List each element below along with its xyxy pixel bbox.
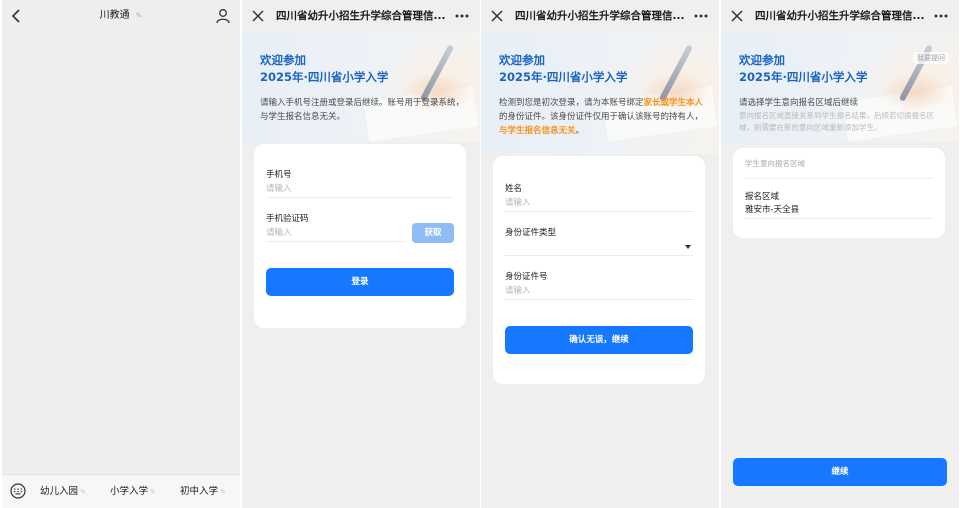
desc-highlight: 与学生报名信息无关 [499, 126, 576, 136]
top-bar: 川教通 ✎ [2, 0, 240, 32]
hero-title-line1: 欢迎参加 [499, 53, 545, 67]
hero-title: 欢迎参加 2025年·四川省小学入学 [739, 52, 867, 86]
chevron-down-icon [685, 245, 691, 249]
user-icon[interactable] [216, 8, 230, 24]
desc-note: 意向报名区域直接关系到学生报名结果，后续若切换报名区域，则需要在新的意向区域重新… [739, 111, 934, 132]
top-bar: 四川省幼升小招生升学综合管理信... [721, 0, 959, 32]
top-bar: 四川省幼升小招生升学综合管理信... [242, 0, 480, 32]
hero-description: 请选择学生意向报名区域后继续 意向报名区域直接关系到学生报名结果，后续若切换报名… [739, 96, 947, 134]
login-button[interactable]: 登录 [266, 268, 454, 296]
page-title: 四川省幼升小招生升学综合管理信... [755, 10, 925, 22]
hero-title-line1: 欢迎参加 [260, 53, 306, 67]
confirm-continue-button[interactable]: 确认无误，继续 [505, 326, 693, 354]
edit-pen-icon: ✎ [80, 488, 86, 496]
edit-pen-icon: ✎ [150, 488, 156, 496]
hero-title-line2: 2025年·四川省小学入学 [260, 70, 389, 84]
page-title: 四川省幼升小招生升学综合管理信... [276, 10, 446, 22]
tab-label: 初中入学 [180, 486, 219, 497]
id-type-select[interactable] [505, 238, 693, 256]
screens-strip: 川教通 ✎ 幼儿入园 ✎ 小学入学 ✎ 初中入学 ✎ 四川省幼升小招生升学综合管理信..… [0, 0, 960, 508]
sms-code-input[interactable]: 请输入 [266, 224, 406, 242]
keyboard-icon[interactable] [10, 483, 26, 499]
id-type-label: 身份证件类型 [505, 228, 557, 238]
hero-title: 欢迎参加 2025年·四川省小学入学 [499, 52, 627, 86]
tab-label: 小学入学 [110, 486, 149, 497]
hero-title-line2: 2025年·四川省小学入学 [499, 70, 628, 84]
get-code-button[interactable]: 获取 [412, 223, 454, 243]
id-number-input[interactable]: 请输入 [505, 282, 693, 300]
tab-kindergarten[interactable]: 幼儿入园 ✎ [40, 475, 86, 508]
hero-title-line1: 欢迎参加 [739, 53, 785, 67]
region-select[interactable]: 雅安市-天全县 [745, 201, 933, 219]
name-input[interactable]: 请输入 [505, 194, 693, 212]
hero-banner: 欢迎参加 2025年·四川省小学入学 请输入手机号注册或登录后继续。账号用于登录… [242, 32, 480, 142]
edit-pen-icon[interactable]: ✎ [136, 0, 143, 32]
hero-title: 欢迎参加 2025年·四川省小学入学 [260, 52, 388, 86]
divider [745, 178, 933, 179]
screen-bind-identity: 四川省幼升小招生升学综合管理信... 欢迎参加 2025年·四川省小学入学 检测… [481, 0, 719, 508]
hero-description: 请输入手机号注册或登录后继续。账号用于登录系统，与学生报名信息无关。 [260, 98, 465, 122]
phone-label: 手机号 [266, 170, 292, 180]
hero-banner: 我要提问 欢迎参加 2025年·四川省小学入学 请选择学生意向报名区域后继续 意… [721, 32, 959, 142]
desc-text: 检测到您是初次登录，请为本账号绑定 [499, 98, 644, 108]
close-icon[interactable] [729, 8, 745, 24]
desc-text: 请选择学生意向报名区域后继续 [739, 98, 859, 108]
continue-button[interactable]: 继续 [733, 458, 947, 486]
more-icon[interactable] [454, 10, 470, 22]
bottom-menu-bar: 幼儿入园 ✎ 小学入学 ✎ 初中入学 ✎ [2, 474, 240, 508]
tab-label: 幼儿入园 [40, 486, 79, 497]
app-title-text: 川教通 [99, 10, 130, 21]
hero-description: 检测到您是初次登录，请为本账号绑定家长或学生本人的身份证件。该身份证件仅用于确认… [499, 96, 707, 138]
more-icon[interactable] [693, 10, 709, 22]
page-title: 四川省幼升小招生升学综合管理信... [515, 10, 685, 22]
sms-code-label: 手机验证码 [266, 214, 309, 224]
phone-input[interactable]: 请输入 [266, 180, 454, 198]
back-icon[interactable] [10, 8, 24, 24]
desc-text: 。 [575, 126, 585, 136]
section-label: 学生意向报名区域 [745, 159, 805, 168]
tab-primary-school[interactable]: 小学入学 ✎ [110, 475, 156, 508]
region-card: 学生意向报名区域 报名区域 雅安市-天全县 [733, 148, 945, 238]
id-number-label: 身份证件号 [505, 272, 548, 282]
desc-highlight: 家长或学生本人 [643, 98, 704, 108]
tab-middle-school[interactable]: 初中入学 ✎ [180, 475, 226, 508]
screen-login: 四川省幼升小招生升学综合管理信... 欢迎参加 2025年·四川省小学入学 请输… [242, 0, 480, 508]
hero-title-line2: 2025年·四川省小学入学 [739, 70, 868, 84]
more-icon[interactable] [933, 10, 949, 22]
screen-select-region: 四川省幼升小招生升学综合管理信... 我要提问 欢迎参加 2025年·四川省小学… [721, 0, 959, 508]
screen-chuanjiaotong-home: 川教通 ✎ 幼儿入园 ✎ 小学入学 ✎ 初中入学 ✎ [2, 0, 240, 508]
close-icon[interactable] [250, 8, 266, 24]
edit-pen-icon: ✎ [220, 488, 226, 496]
close-icon[interactable] [489, 8, 505, 24]
ask-question-tag[interactable]: 我要提问 [913, 52, 949, 64]
hero-banner: 欢迎参加 2025年·四川省小学入学 检测到您是初次登录，请为本账号绑定家长或学… [481, 32, 719, 154]
name-label: 姓名 [505, 184, 523, 194]
app-title: 川教通 ✎ [62, 0, 180, 32]
top-bar: 四川省幼升小招生升学综合管理信... [481, 0, 719, 32]
identity-card: 姓名 请输入 身份证件类型 身份证件号 请输入 确认无误，继续 [493, 156, 705, 384]
desc-text: 的身份证件。该身份证件仅用于确认该账号的持有人， [499, 112, 704, 122]
login-card: 手机号 请输入 手机验证码 请输入 获取 登录 [254, 144, 466, 328]
